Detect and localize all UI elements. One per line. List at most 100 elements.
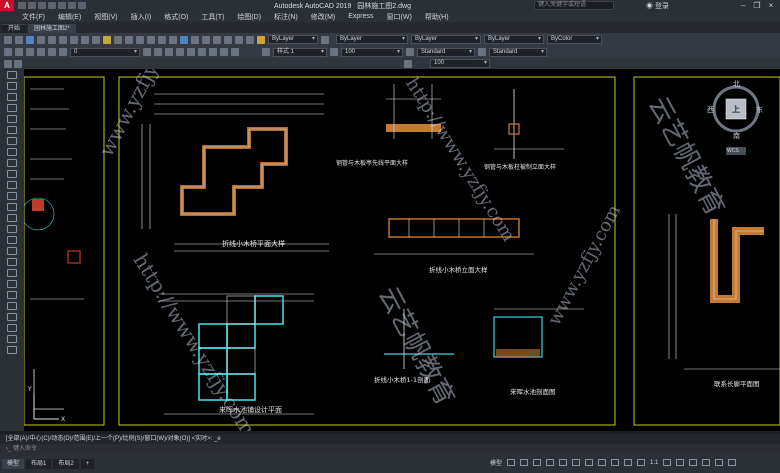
layer-delete-icon[interactable] xyxy=(231,48,239,56)
design-center-icon[interactable] xyxy=(191,35,199,44)
menu-format[interactable]: 格式(O) xyxy=(164,12,188,22)
tab-model[interactable]: 模型 xyxy=(2,458,25,469)
table-style-select[interactable]: Standard xyxy=(489,47,547,57)
wcs-menu[interactable]: WCS xyxy=(727,148,739,154)
insert-block-icon[interactable] xyxy=(7,192,17,200)
gear-icon[interactable] xyxy=(663,459,672,466)
redo-icon[interactable] xyxy=(78,2,86,9)
help-icon[interactable] xyxy=(246,35,254,44)
point-icon[interactable] xyxy=(7,214,17,222)
grid-icon[interactable] xyxy=(507,459,516,466)
save-icon[interactable] xyxy=(26,35,34,44)
arc-icon[interactable] xyxy=(7,126,17,134)
polygon-icon[interactable] xyxy=(7,104,17,112)
make-current-icon[interactable] xyxy=(143,48,151,56)
erase-icon[interactable] xyxy=(7,291,17,299)
make-block-icon[interactable] xyxy=(7,203,17,211)
new-icon[interactable] xyxy=(4,35,12,44)
draw-order-icon[interactable] xyxy=(4,60,12,68)
clean-screen-icon[interactable] xyxy=(715,459,724,466)
tool-palettes-icon[interactable] xyxy=(202,35,210,44)
copy-object-icon[interactable] xyxy=(7,302,17,310)
pan-icon[interactable] xyxy=(136,35,144,44)
dim-style-icon[interactable] xyxy=(406,48,414,56)
save-icon[interactable] xyxy=(38,2,46,9)
annotation-scale[interactable]: 1:1 xyxy=(650,460,658,466)
hardware-acceleration-icon[interactable] xyxy=(702,459,711,466)
polyline-icon[interactable] xyxy=(7,93,17,101)
tab-start[interactable]: 开始 xyxy=(2,24,27,33)
undo-icon[interactable] xyxy=(68,2,76,9)
layer-freeze-icon[interactable] xyxy=(187,48,195,56)
isolate-objects-icon[interactable] xyxy=(689,459,698,466)
viewcube[interactable]: 北 南 东 西 上 WCS xyxy=(706,79,766,159)
plus-icon[interactable] xyxy=(676,459,685,466)
lineweight-select[interactable]: ByLayer xyxy=(484,35,544,44)
layer-properties-icon[interactable] xyxy=(4,48,12,56)
zoom-window-icon[interactable] xyxy=(158,35,166,44)
tab-layout2[interactable]: 布局2 xyxy=(53,458,79,469)
tab-drawing[interactable]: 园林施工图2* xyxy=(28,24,76,33)
minimize-button[interactable]: – xyxy=(736,0,750,11)
customization-menu-icon[interactable] xyxy=(728,459,737,466)
layer-previous-icon[interactable] xyxy=(15,48,23,56)
linetype-select-2[interactable]: ByLayer xyxy=(411,35,481,44)
annotation-scale-icon[interactable] xyxy=(330,48,338,56)
maximize-button[interactable]: ❐ xyxy=(750,0,764,11)
paste-icon[interactable] xyxy=(92,35,100,44)
revision-cloud-icon[interactable] xyxy=(7,148,17,156)
menu-express[interactable]: Express xyxy=(348,13,373,20)
move-icon[interactable] xyxy=(7,346,17,354)
preview-icon[interactable] xyxy=(48,35,56,44)
ortho-icon[interactable] xyxy=(533,459,542,466)
text-style-select[interactable]: 样式 1 xyxy=(273,47,327,57)
multileader-style-select[interactable]: 100 xyxy=(430,59,490,68)
hatch-icon[interactable] xyxy=(7,225,17,233)
text-height-select[interactable]: 100 xyxy=(341,47,403,57)
close-button[interactable]: × xyxy=(764,0,778,11)
dim-style-select[interactable]: Standard xyxy=(417,47,475,57)
cut-icon[interactable] xyxy=(70,35,78,44)
gradient-icon[interactable] xyxy=(7,236,17,244)
selection-cycling-icon[interactable] xyxy=(624,459,633,466)
object-snap-icon[interactable] xyxy=(585,459,594,466)
color-select[interactable]: ByLayer xyxy=(336,35,408,44)
plot-icon[interactable] xyxy=(37,35,45,44)
layer-match-icon[interactable] xyxy=(154,48,162,56)
menu-help[interactable]: 帮助(H) xyxy=(425,12,449,22)
lineweight-icon[interactable] xyxy=(598,459,607,466)
rectangle-icon[interactable] xyxy=(7,115,17,123)
annotation-visibility-icon[interactable] xyxy=(637,459,646,466)
multileader-icon[interactable] xyxy=(404,60,412,68)
mirror-icon[interactable] xyxy=(7,313,17,321)
transparency-icon[interactable] xyxy=(611,459,620,466)
publish-icon[interactable] xyxy=(59,35,67,44)
menu-edit[interactable]: 编辑(E) xyxy=(58,12,81,22)
construction-line-icon[interactable] xyxy=(7,82,17,90)
menu-dimension[interactable]: 标注(N) xyxy=(274,12,298,22)
model-space-label[interactable]: 模型 xyxy=(490,458,502,467)
object-snap-tracking-icon[interactable] xyxy=(572,459,581,466)
layer-select[interactable]: 0 xyxy=(70,47,140,57)
new-file-icon[interactable] xyxy=(18,2,26,9)
offset-icon[interactable] xyxy=(7,324,17,332)
polar-icon[interactable] xyxy=(546,459,555,466)
layer-lock-icon[interactable] xyxy=(198,48,206,56)
menu-insert[interactable]: 插入(I) xyxy=(131,12,152,22)
light-bulb-icon[interactable] xyxy=(26,48,34,56)
isodraft-icon[interactable] xyxy=(559,459,568,466)
table-style-icon[interactable] xyxy=(478,48,486,56)
open-icon[interactable] xyxy=(15,35,23,44)
text-icon[interactable] xyxy=(14,60,22,68)
properties-icon[interactable] xyxy=(180,35,188,44)
add-layout-button[interactable]: + xyxy=(80,458,95,469)
mtext-icon[interactable] xyxy=(7,269,17,277)
text-style-icon[interactable] xyxy=(262,48,270,56)
menu-modify[interactable]: 修改(M) xyxy=(311,12,336,22)
open-file-icon[interactable] xyxy=(28,2,36,9)
layer-state-icon[interactable] xyxy=(257,35,265,44)
menu-draw[interactable]: 绘图(D) xyxy=(237,12,261,22)
menu-file[interactable]: 文件(F) xyxy=(22,12,45,22)
drawing-canvas[interactable]: 折线小木桥平面大样 来晖水池铺设计平面 钢管与木板亭先线平面大样 钢管与木板柱被… xyxy=(24,69,780,431)
layer-walk-icon[interactable] xyxy=(209,48,217,56)
